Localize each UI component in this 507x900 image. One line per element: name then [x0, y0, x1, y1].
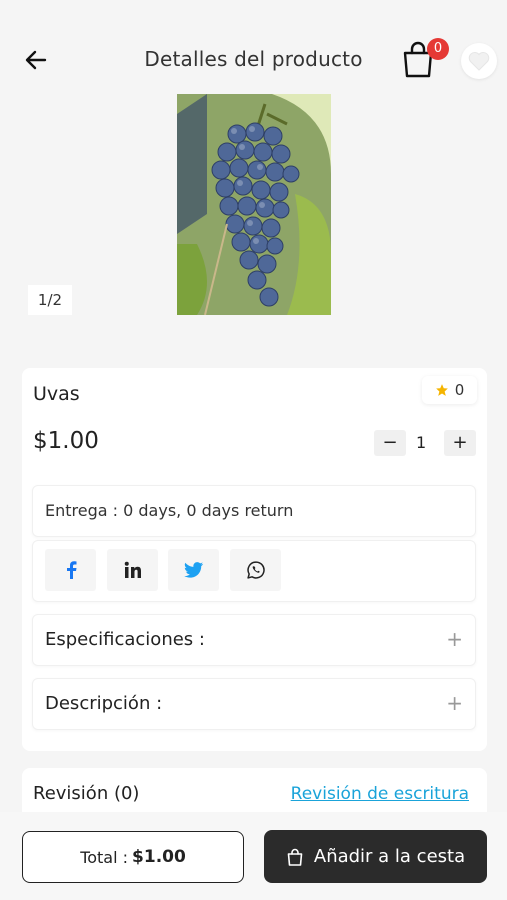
- cart-count-badge: 0: [427, 38, 449, 60]
- whatsapp-share-button[interactable]: [230, 549, 281, 591]
- top-app-bar: Detalles del producto 0: [0, 30, 507, 90]
- total-value: $1.00: [132, 847, 186, 867]
- total-label: Total :: [80, 847, 129, 867]
- shopping-bag-icon: [287, 848, 303, 866]
- product-info-card: Uvas 0 $1.00 − 1 + Entrega : 0 days, 0 d…: [22, 368, 487, 751]
- linkedin-share-button[interactable]: [107, 549, 158, 591]
- delivery-text: Entrega : 0 days, 0 days return: [45, 501, 294, 520]
- rating-badge: 0: [422, 376, 477, 404]
- product-price: $1.00: [33, 428, 99, 454]
- rating-value: 0: [454, 381, 465, 399]
- bottom-action-bar: Total : $1.00 Añadir a la cesta: [0, 812, 507, 900]
- product-name: Uvas: [33, 383, 80, 405]
- expand-plus-icon: +: [446, 627, 463, 651]
- star-icon: [435, 384, 448, 396]
- share-buttons: [32, 540, 476, 602]
- description-accordion[interactable]: Descripción : +: [32, 678, 476, 730]
- quantity-value: 1: [416, 433, 427, 452]
- product-image[interactable]: [177, 94, 331, 315]
- grapes-image: [177, 94, 331, 315]
- favorite-button[interactable]: [461, 43, 497, 79]
- add-to-cart-label: Añadir a la cesta: [313, 846, 466, 867]
- specifications-label: Especificaciones :: [45, 629, 205, 650]
- expand-plus-icon: +: [446, 691, 463, 715]
- linkedin-icon: [124, 561, 141, 578]
- specifications-accordion[interactable]: Especificaciones : +: [32, 614, 476, 666]
- facebook-icon: [66, 561, 76, 579]
- twitter-icon: [183, 562, 203, 578]
- facebook-share-button[interactable]: [45, 549, 96, 591]
- review-title: Revisión (0): [33, 783, 140, 804]
- delivery-info: Entrega : 0 days, 0 days return: [32, 485, 476, 537]
- twitter-share-button[interactable]: [168, 549, 219, 591]
- heart-icon: [468, 52, 490, 71]
- quantity-increase-button[interactable]: +: [444, 430, 476, 456]
- total-display: Total : $1.00: [22, 831, 244, 883]
- write-review-link[interactable]: Revisión de escritura: [291, 784, 469, 804]
- add-to-cart-button[interactable]: Añadir a la cesta: [264, 830, 487, 883]
- quantity-decrease-button[interactable]: −: [374, 430, 406, 456]
- description-label: Descripción :: [45, 693, 163, 714]
- whatsapp-icon: [246, 561, 265, 579]
- image-counter: 1/2: [28, 285, 72, 315]
